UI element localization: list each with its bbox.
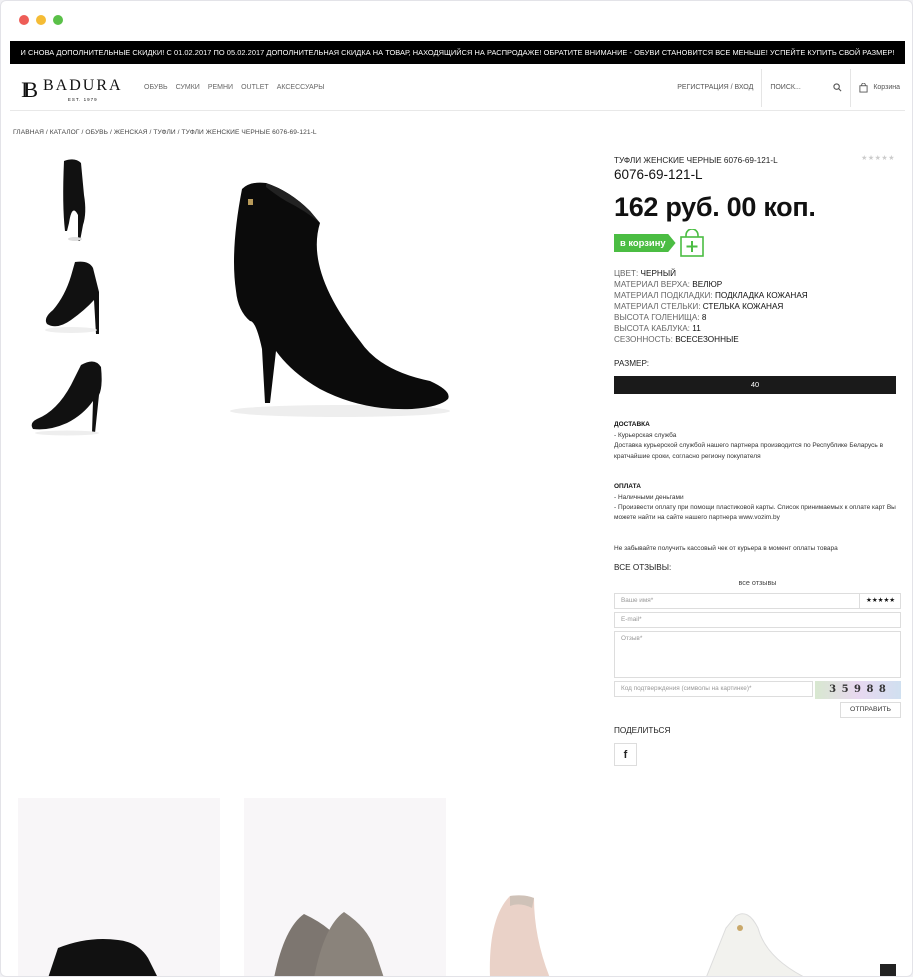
nav-item-shoes[interactable]: ОБУВЬ <box>144 84 168 91</box>
receipt-note: Не забывайте получить кассовый чек от ку… <box>614 544 838 552</box>
product-main-image[interactable] <box>190 171 460 431</box>
add-to-cart[interactable]: в корзину <box>614 229 899 257</box>
attr-row: ЦВЕТ: ЧЕРНЫЙ <box>614 269 676 278</box>
site-header: IB BADURA EST. 1979 ОБУВЬ СУМКИ РЕМНИ OU… <box>10 64 905 111</box>
attr-row: МАТЕРИАЛ СТЕЛЬКИ: СТЕЛЬКА КОЖАНАЯ <box>614 302 784 311</box>
add-to-cart-button[interactable]: в корзину <box>614 234 676 252</box>
name-row: Ваше имя* ★★★★★ <box>614 593 901 609</box>
minimize-dot[interactable] <box>36 15 46 25</box>
delivery-section: ДОСТАВКА - Курьерская служба Доставка ку… <box>614 420 898 462</box>
payment-line-2: - Произвести оплату при помощи пластиков… <box>614 504 896 522</box>
captcha-input[interactable]: Код подтверждения (символы на картинке)* <box>614 681 813 697</box>
window-controls <box>19 15 63 25</box>
delivery-line-1: - Курьерская служба <box>614 432 677 440</box>
search-box[interactable]: ПОИСК... <box>761 68 852 107</box>
scroll-to-top-button[interactable] <box>880 964 896 976</box>
register-login-link[interactable]: РЕГИСТРАЦИЯ / ВХОД <box>669 84 761 91</box>
related-product-3[interactable] <box>470 798 672 976</box>
logo-mark: IB <box>21 76 38 102</box>
payment-title: ОПЛАТА <box>614 482 641 490</box>
nav-item-bags[interactable]: СУМКИ <box>176 84 200 91</box>
search-input[interactable]: ПОИСК... <box>770 84 800 91</box>
product-title: ТУФЛИ ЖЕНСКИЕ ЧЕРНЫЕ 6076-69-121-L <box>614 156 778 165</box>
attr-row: МАТЕРИАЛ ПОДКЛАДКИ: ПОДКЛАДКА КОЖАНАЯ <box>614 291 808 300</box>
related-shoe-image-3 <box>489 895 550 976</box>
size-option-40[interactable]: 40 <box>614 376 896 394</box>
product-price: 162 руб. 00 коп. <box>614 192 816 222</box>
cart-add-icon[interactable] <box>679 229 704 257</box>
breadcrumb[interactable]: ГЛАВНАЯ / КАТАЛОГ / ОБУВЬ / ЖЕНСКАЯ / ТУ… <box>13 129 317 136</box>
review-textarea[interactable]: Отзыв* <box>614 631 901 678</box>
maximize-dot[interactable] <box>53 15 63 25</box>
bag-icon <box>859 82 868 92</box>
header-right: РЕГИСТРАЦИЯ / ВХОД ПОИСК... Корзина <box>669 64 905 111</box>
delivery-line-2: Доставка курьерской службой нашего партн… <box>614 442 884 460</box>
attr-row: ВЫСОТА ГОЛЕНИЩА: 8 <box>614 313 707 322</box>
search-icon[interactable] <box>833 83 842 92</box>
attr-row: МАТЕРИАЛ ВЕРХА: ВЕЛЮР <box>614 280 723 289</box>
thumbnail-2[interactable] <box>27 254 107 342</box>
related-product-4[interactable] <box>696 798 898 976</box>
logo-name: BADURA <box>43 77 123 94</box>
size-label: РАЗМЕР: <box>614 359 650 368</box>
email-input[interactable]: E-mail* <box>614 612 901 628</box>
logo-text: BADURA EST. 1979 <box>43 77 123 103</box>
attr-row: ВЫСОТА КАБЛУКА: 11 <box>614 324 701 333</box>
payment-line-1: - Наличными деньгами <box>614 494 684 502</box>
related-product-1[interactable] <box>18 798 220 976</box>
payment-section: ОПЛАТА - Наличными деньгами - Произвести… <box>614 482 898 524</box>
close-dot[interactable] <box>19 15 29 25</box>
cart-link[interactable]: Корзина <box>851 82 905 93</box>
reviews-title: ВСЕ ОТЗЫВЫ: <box>614 563 672 572</box>
product-thumbnails <box>27 155 107 452</box>
captcha-row: Код подтверждения (символы на картинке)*… <box>614 681 901 699</box>
attr-row: СЕЗОННОСТЬ: ВСЕСЕЗОННЫЕ <box>614 335 739 344</box>
delivery-title: ДОСТАВКА <box>614 421 650 428</box>
rating-stars[interactable]: ★★★★★ <box>861 154 895 162</box>
cart-label: Корзина <box>873 84 900 91</box>
nav-item-accessories[interactable]: АКСЕССУАРЫ <box>277 84 325 91</box>
product-sku: 6076-69-121-L <box>614 167 703 182</box>
thumbnail-1[interactable] <box>27 155 107 243</box>
name-input[interactable]: Ваше имя* <box>614 593 860 609</box>
facebook-icon: f <box>623 749 628 761</box>
review-rating-stars[interactable]: ★★★★★ <box>860 593 901 609</box>
share-title: ПОДЕЛИТЬСЯ <box>614 726 671 735</box>
related-shoe-image-1 <box>48 939 157 976</box>
page: И СНОВА ДОПОЛНИТЕЛЬНЫЕ СКИДКИ! С 01.02.2… <box>10 41 905 976</box>
product-info: ТУФЛИ ЖЕНСКИЕ ЧЕРНЫЕ 6076-69-121-L ★★★★★… <box>614 154 899 554</box>
related-shoe-image-2 <box>274 912 384 976</box>
facebook-share-button[interactable]: f <box>614 743 637 766</box>
related-shoe-image-4 <box>706 913 804 976</box>
reviews-section: ВСЕ ОТЗЫВЫ: все отзывы Ваше имя* ★★★★★ E… <box>614 563 901 766</box>
browser-window: И СНОВА ДОПОЛНИТЕЛЬНЫЕ СКИДКИ! С 01.02.2… <box>0 0 913 977</box>
thumbnail-3[interactable] <box>27 353 107 441</box>
main-nav: ОБУВЬ СУМКИ РЕМНИ OUTLET АКСЕССУАРЫ <box>144 84 325 91</box>
submit-review-button[interactable]: ОТПРАВИТЬ <box>840 702 901 718</box>
nav-item-belts[interactable]: РЕМНИ <box>208 84 233 91</box>
captcha-image: 3 5 9 8 8 <box>815 681 901 699</box>
all-reviews-link[interactable]: все отзывы <box>614 578 901 587</box>
nav-item-outlet[interactable]: OUTLET <box>241 84 269 91</box>
promo-bar: И СНОВА ДОПОЛНИТЕЛЬНЫЕ СКИДКИ! С 01.02.2… <box>10 41 905 64</box>
product-attributes: ЦВЕТ: ЧЕРНЫЙ МАТЕРИАЛ ВЕРХА: ВЕЛЮР МАТЕР… <box>614 268 899 345</box>
related-product-2[interactable] <box>244 798 446 976</box>
logo[interactable]: IB BADURA EST. 1979 <box>21 76 123 103</box>
logo-est: EST. 1979 <box>67 97 98 102</box>
